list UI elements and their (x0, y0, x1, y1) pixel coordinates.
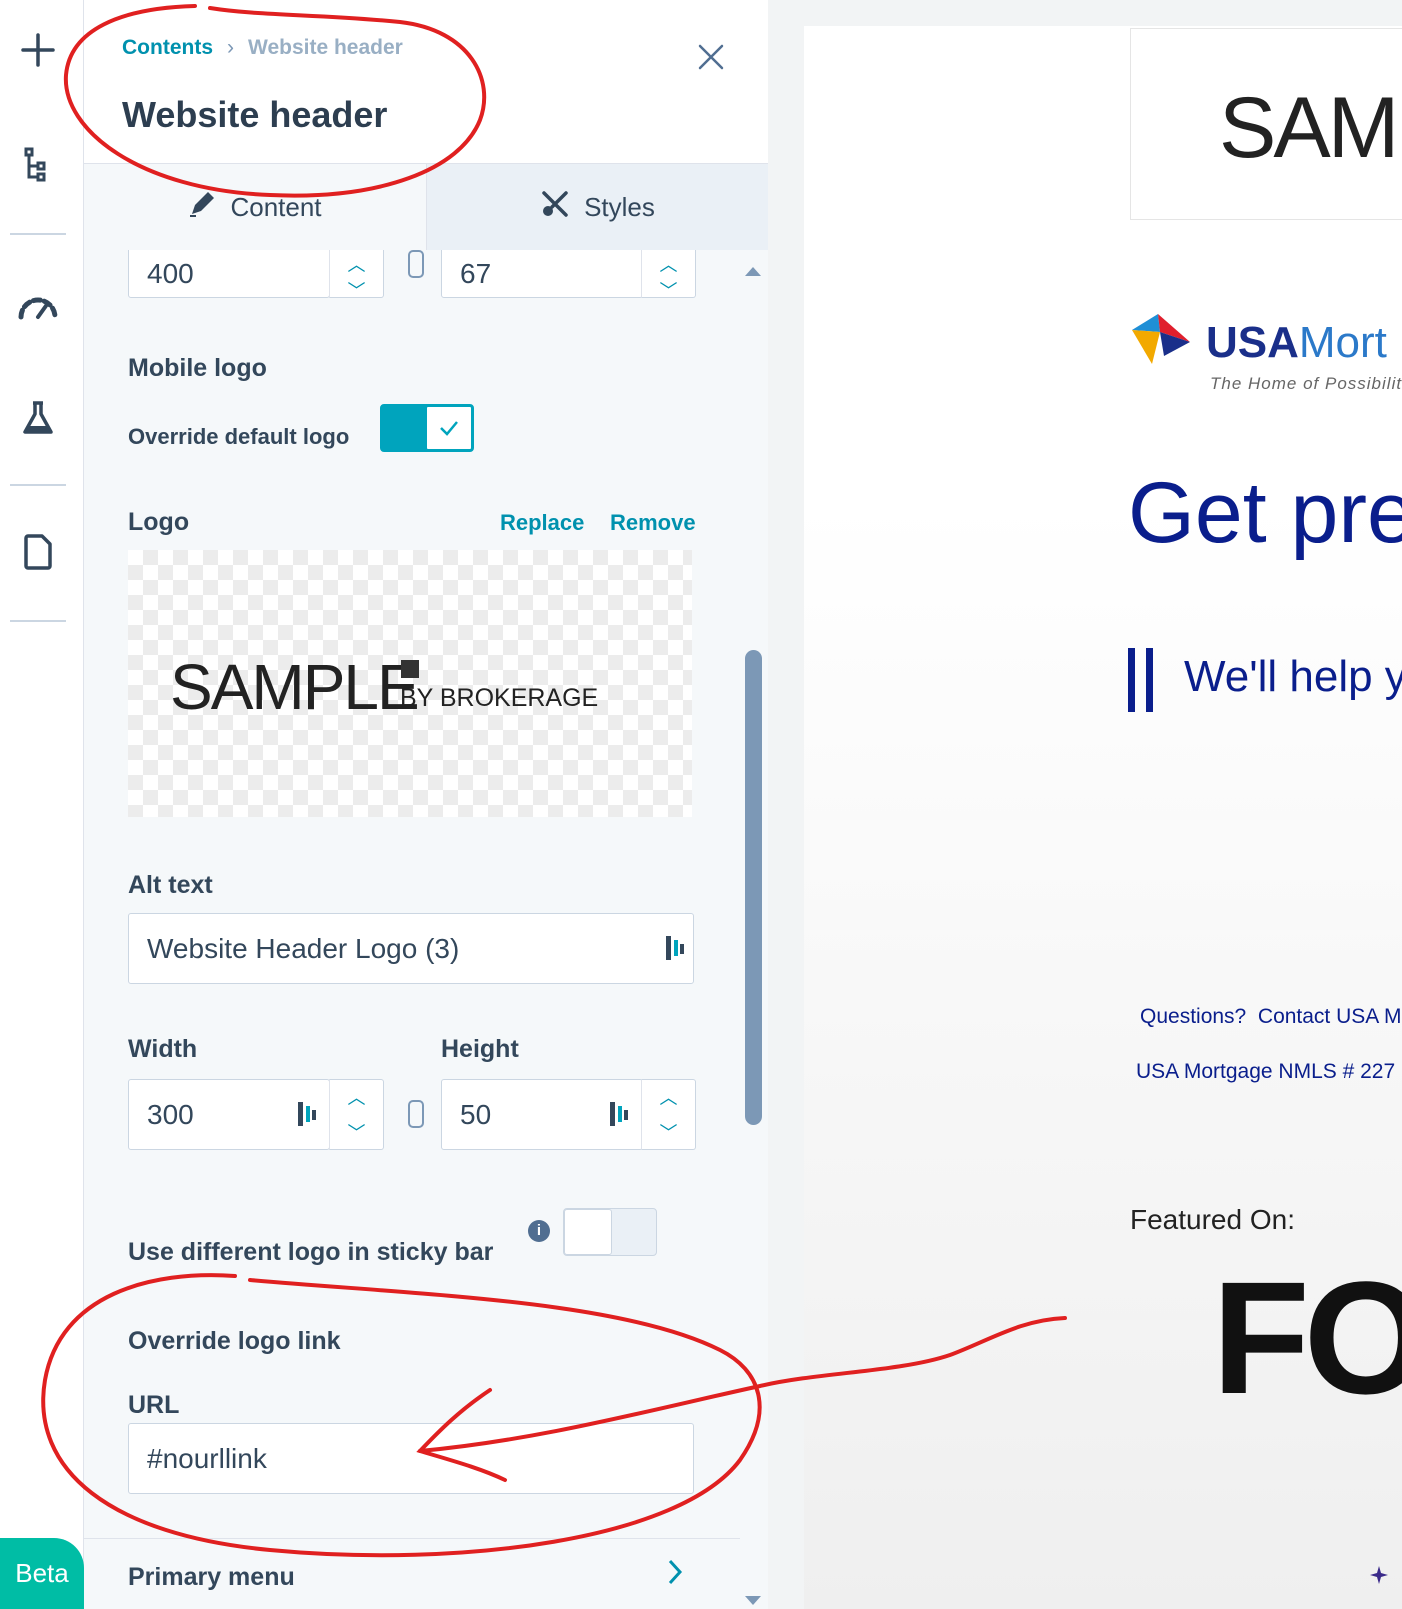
tab-content[interactable]: Content (84, 164, 427, 250)
preview-featured-logo: FO (1212, 1248, 1402, 1427)
pencil-icon (188, 190, 216, 225)
width-label: Width (128, 1035, 198, 1063)
brush-tools-icon (540, 189, 570, 226)
sticky-logo-label: Use different logo in sticky bar (128, 1238, 494, 1266)
rail-divider (10, 233, 66, 235)
personalization-token-icon[interactable] (664, 934, 686, 962)
chevron-right-icon (666, 1557, 684, 1592)
chevron-down-icon[interactable]: ﹀ (660, 1119, 678, 1145)
brand-mort: Mort (1298, 318, 1387, 367)
sticky-logo-toggle[interactable] (563, 1208, 657, 1256)
logo-mark-icon (401, 660, 419, 678)
mobile-logo-heading: Mobile logo (128, 354, 267, 382)
alt-text-value: Website Header Logo (3) (147, 932, 460, 964)
tab-content-label: Content (230, 191, 322, 222)
speedometer-icon[interactable] (14, 282, 62, 330)
primary-menu-row[interactable]: Primary menu (84, 1538, 740, 1609)
info-icon[interactable]: i (528, 1220, 550, 1242)
rail-divider (10, 620, 66, 622)
breadcrumb-contents-link[interactable]: Contents (122, 36, 213, 60)
top-height-value: 67 (460, 258, 492, 289)
chevron-up-icon[interactable]: ︿ (348, 1084, 366, 1110)
personalization-token-icon[interactable] (296, 1100, 318, 1128)
override-default-logo-toggle[interactable] (380, 404, 474, 452)
usa-mortgage-logo-icon (1130, 312, 1192, 366)
height-value: 50 (460, 1098, 492, 1130)
top-height-stepper[interactable]: ︿ ﹀ (641, 250, 696, 301)
preview-nmls-text: USA Mortgage NMLS # 227 (1136, 1060, 1396, 1083)
close-icon[interactable] (696, 42, 726, 72)
rail-divider (10, 484, 66, 486)
url-value: #nourllink (147, 1442, 267, 1474)
logo-label: Logo (128, 508, 190, 536)
content-form: 400 ︿ ﹀ 67 ︿ ﹀ Mobile logo Override defaul… (84, 250, 739, 1540)
link-chain-icon[interactable] (408, 250, 424, 278)
remove-logo-link[interactable]: Remove (610, 510, 696, 536)
logo-preview[interactable]: SAMPLE BY BROKERAGE (128, 550, 692, 817)
url-label: URL (128, 1391, 180, 1419)
height-stepper[interactable]: ︿ ﹀ (641, 1079, 696, 1150)
override-default-logo-label: Override default logo (128, 424, 350, 449)
personalization-token-icon[interactable] (608, 1100, 630, 1128)
top-width-stepper[interactable]: ︿ ﹀ (329, 250, 384, 301)
add-icon[interactable] (14, 26, 62, 74)
tab-styles[interactable]: Styles (427, 164, 768, 250)
left-toolbar (0, 0, 84, 1609)
brand-usa: USA (1206, 318, 1299, 367)
breadcrumb: Contents › Website header (122, 36, 403, 60)
chevron-down-icon[interactable]: ﹀ (348, 1119, 366, 1145)
preview-subhead: We'll help y (1184, 652, 1402, 701)
brand-tagline: The Home of Possibilit (1210, 374, 1402, 393)
check-icon (425, 405, 473, 451)
scrollbar-thumb[interactable] (745, 650, 762, 1125)
scroll-up-arrow-icon[interactable] (744, 264, 762, 282)
quote-bar (1128, 648, 1135, 712)
preview-headline: Get pre (1128, 465, 1402, 561)
height-label: Height (441, 1035, 519, 1063)
flask-icon[interactable] (14, 394, 62, 442)
tab-styles-label: Styles (584, 191, 655, 222)
chevron-up-icon[interactable]: ︿ (348, 251, 366, 277)
breadcrumb-separator: › (227, 36, 234, 59)
chevron-up-icon[interactable]: ︿ (660, 1084, 678, 1110)
chevron-down-icon[interactable]: ﹀ (660, 277, 678, 303)
chevron-down-icon[interactable]: ﹀ (348, 277, 366, 303)
width-value: 300 (147, 1098, 194, 1130)
beta-badge[interactable]: Beta (0, 1538, 84, 1609)
primary-menu-label: Primary menu (128, 1563, 295, 1591)
chevron-up-icon[interactable]: ︿ (660, 251, 678, 277)
replace-logo-link[interactable]: Replace (500, 510, 584, 536)
top-width-input[interactable]: 400 (128, 250, 330, 298)
preview-header-logo[interactable]: SAMP (1130, 28, 1402, 220)
panel-header: Contents › Website header Website header (84, 0, 768, 164)
alt-text-input[interactable]: Website Header Logo (3) (128, 913, 694, 984)
toggle-knob (564, 1209, 612, 1255)
width-stepper[interactable]: ︿ ﹀ (329, 1079, 384, 1150)
override-logo-link-heading: Override logo link (128, 1327, 341, 1355)
url-input[interactable]: #nourllink (128, 1423, 694, 1494)
sparkle-icon (1370, 1566, 1388, 1584)
logo-preview-main-text: SAMPLE (170, 651, 420, 723)
preview-featured-label: Featured On: (1130, 1204, 1295, 1235)
scroll-down-arrow-icon[interactable] (744, 1594, 762, 1609)
quote-bar (1146, 648, 1153, 712)
top-width-value: 400 (147, 258, 194, 289)
preview-logo-text: SAMP (1219, 80, 1402, 176)
tree-structure-icon[interactable] (14, 140, 62, 188)
usa-mortgage-brand: USAMort (1206, 318, 1387, 368)
breadcrumb-current: Website header (248, 36, 403, 59)
top-height-input[interactable]: 67 (441, 250, 643, 298)
alt-text-label: Alt text (128, 871, 213, 899)
preview-contact-link[interactable]: Questions? Contact USA M (1140, 1005, 1401, 1029)
page-title: Website header (122, 94, 388, 135)
page-icon[interactable] (14, 528, 62, 576)
link-chain-icon[interactable] (408, 1100, 424, 1128)
logo-preview-sub-text: BY BROKERAGE (400, 684, 599, 712)
